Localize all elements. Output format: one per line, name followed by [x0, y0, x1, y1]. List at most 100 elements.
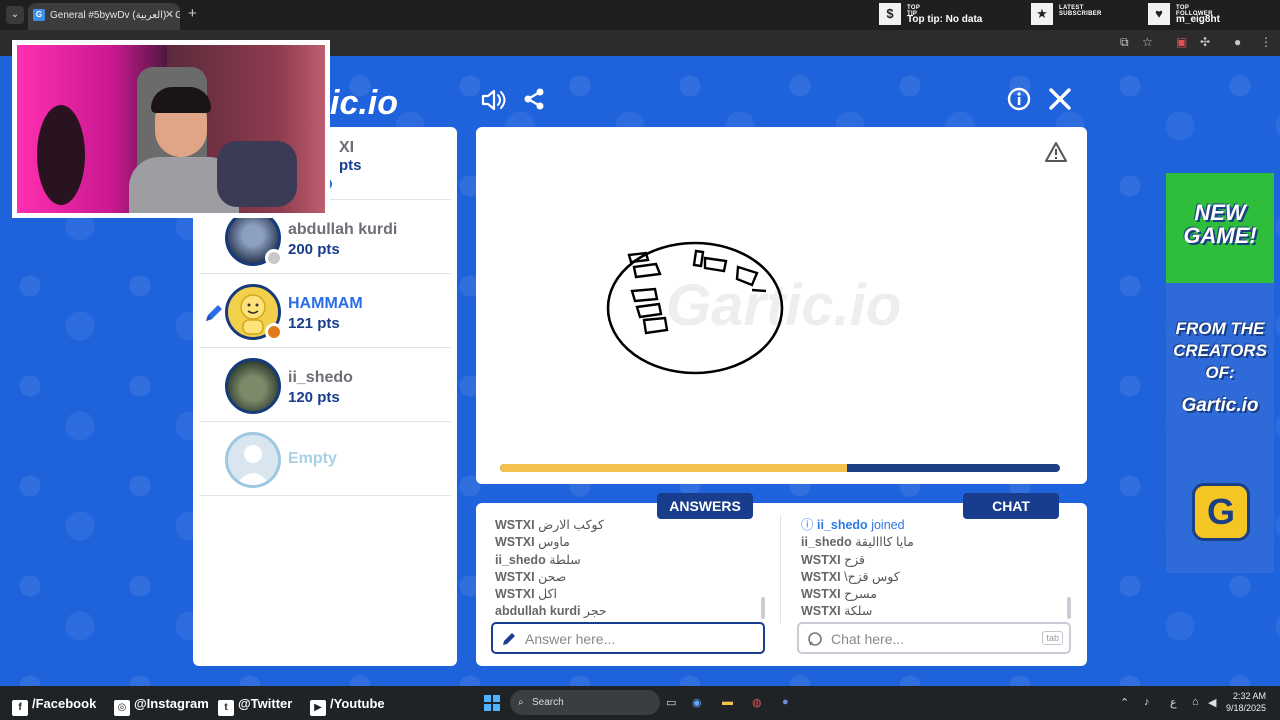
clock-time: 2:32 AM [1233, 691, 1267, 701]
webcam-plant [37, 105, 85, 205]
message-text: ماوس [538, 535, 570, 550]
webcam-hair [151, 87, 211, 113]
tab-answers[interactable]: ANSWERS [657, 493, 753, 519]
answer-message: abdullah kurdi حجر [495, 603, 765, 620]
browser-tab-active[interactable]: G General #5bywDv (العربية) - Ga ✕ [28, 3, 180, 30]
social-instagram: ◎ @Instagram [114, 696, 209, 716]
star-icon: ★ [1031, 3, 1053, 25]
chat-message: ii_shedo مايا كاااليقة [801, 534, 1071, 551]
message-user: WSTXI [495, 569, 535, 584]
player-name: ii_shedo [288, 369, 353, 386]
app-icon[interactable]: ◍ [752, 696, 762, 709]
message-text: اكل [538, 587, 557, 602]
canvas-watermark-logo: Gartic.io [666, 273, 901, 338]
chrome-icon[interactable]: ◉ [692, 696, 702, 709]
player-row-empty: Empty [199, 423, 451, 496]
twitter-icon: t [218, 700, 234, 716]
network-icon[interactable]: ⌂ [1192, 696, 1199, 708]
status-dot-icon [265, 249, 283, 267]
player-row-drawing[interactable]: HAMMAM 121 pts [199, 275, 451, 348]
answer-message: WSTXI كوكب الارض [495, 517, 765, 534]
info-icon[interactable] [1007, 87, 1031, 111]
profile-avatar-icon[interactable]: ● [1234, 35, 1241, 49]
sound-icon[interactable] [480, 87, 506, 113]
gartic-favicon-icon: G [33, 9, 45, 21]
chat-bubble-icon [808, 632, 822, 646]
cast-icon[interactable]: ⧉ [1120, 35, 1129, 50]
player-name: Empty [288, 450, 337, 467]
info-icon: ⓘ [801, 518, 817, 532]
chat-message: ⓘ ii_shedo joined [801, 517, 1071, 534]
youtube-icon: ▶ [310, 700, 326, 716]
message-user: WSTXI [801, 587, 841, 602]
pencil-icon [206, 305, 222, 321]
volume-icon[interactable]: ◀ [1208, 696, 1216, 709]
message-text: مسرح [844, 587, 877, 602]
bookmark-star-icon[interactable]: ☆ [1142, 35, 1153, 49]
share-icon[interactable] [522, 87, 546, 111]
heart-icon: ♥ [1148, 3, 1170, 25]
drawing-canvas[interactable]: Gartic.io [476, 127, 1087, 484]
instagram-icon: ◎ [114, 700, 130, 716]
browser-tab-bar: ⌄ G General #5bywDv (العربية) - Ga ✕ + $… [0, 0, 1280, 30]
answer-message: WSTXI صحن [495, 569, 765, 586]
search-icon: ⌕ [518, 697, 524, 708]
answer-input[interactable]: Answer here... [491, 622, 765, 654]
answer-message: WSTXI اكل [495, 586, 765, 603]
player-name: abdullah kurdi [288, 221, 398, 238]
extension-icon[interactable]: ▣ [1176, 35, 1187, 49]
facebook-icon: f [12, 700, 28, 716]
message-text: كوكب الارض [538, 518, 604, 532]
ad-headline: NEW GAME! [1183, 200, 1257, 248]
message-user: abdullah kurdi [495, 604, 581, 619]
chat-message: WSTXI سلكة [801, 603, 1071, 620]
message-text: حجر [583, 604, 607, 619]
ad-line2: CREATORS [1173, 341, 1267, 360]
tab-chat[interactable]: CHAT [963, 493, 1059, 519]
report-warning-icon[interactable] [1044, 141, 1068, 163]
player-points: 200 pts [288, 241, 340, 258]
tab-close-icon[interactable]: ✕ [165, 3, 174, 28]
message-text: قزح [844, 552, 866, 567]
player-avatar [225, 432, 281, 488]
social-label: /Facebook [32, 696, 97, 711]
message-text: joined [871, 518, 905, 532]
message-text: \كوس قزح [844, 569, 900, 584]
social-label: /Youtube [330, 696, 385, 711]
gartic-logo: ic.io [330, 84, 399, 122]
taskbar-search[interactable]: ⌕ Search [510, 690, 660, 715]
answers-chat-panel: WSTXI كوكب الارض WSTXI ماوس ii_shedo سلطة W… [476, 503, 1087, 666]
task-view-icon[interactable]: ▭ [666, 696, 676, 709]
chat-input[interactable]: Chat here... tab [797, 622, 1071, 654]
ad-banner[interactable]: NEW GAME! FROM THE CREATORS OF: Gartic.i… [1166, 173, 1274, 573]
answers-scrollbar[interactable] [761, 597, 765, 619]
microphone-icon[interactable]: ♪ [1144, 696, 1150, 708]
empty-user-icon [236, 445, 270, 485]
player-points: 121 pts [288, 315, 340, 332]
player-name: HAMMAM [288, 295, 363, 312]
pencil-icon [503, 633, 515, 645]
file-explorer-icon[interactable]: ▬ [722, 696, 733, 708]
extensions-puzzle-icon[interactable]: ✣ [1200, 35, 1210, 49]
status-dot-icon [265, 323, 283, 341]
player-row[interactable]: ii_shedo 120 pts [199, 349, 451, 422]
new-tab-button[interactable]: + [188, 5, 197, 22]
windows-start-icon[interactable] [484, 695, 500, 711]
social-facebook: f/Facebook [12, 696, 96, 716]
message-text: صحن [538, 569, 567, 584]
drawing-sketch: Gartic.io [606, 241, 901, 375]
close-icon[interactable] [1047, 86, 1073, 112]
language-indicator[interactable]: ع [1170, 696, 1177, 709]
round-timer-bar [500, 464, 1060, 472]
browser-menu-icon[interactable]: ⋮ [1260, 35, 1272, 49]
discord-icon[interactable]: ● [782, 696, 789, 708]
answer-message: WSTXI ماوس [495, 534, 765, 551]
tab-list-button[interactable]: ⌄ [6, 6, 24, 24]
player-avatar [225, 358, 281, 414]
taskbar-clock[interactable]: 2:32 AM 9/18/2025 [1226, 690, 1266, 714]
chat-scrollbar[interactable] [1067, 597, 1071, 619]
tray-chevron-icon[interactable]: ⌃ [1120, 696, 1129, 709]
player-points: 120 pts [288, 389, 340, 406]
social-label: @Instagram [134, 696, 209, 711]
tab-key-hint: tab [1042, 631, 1063, 645]
